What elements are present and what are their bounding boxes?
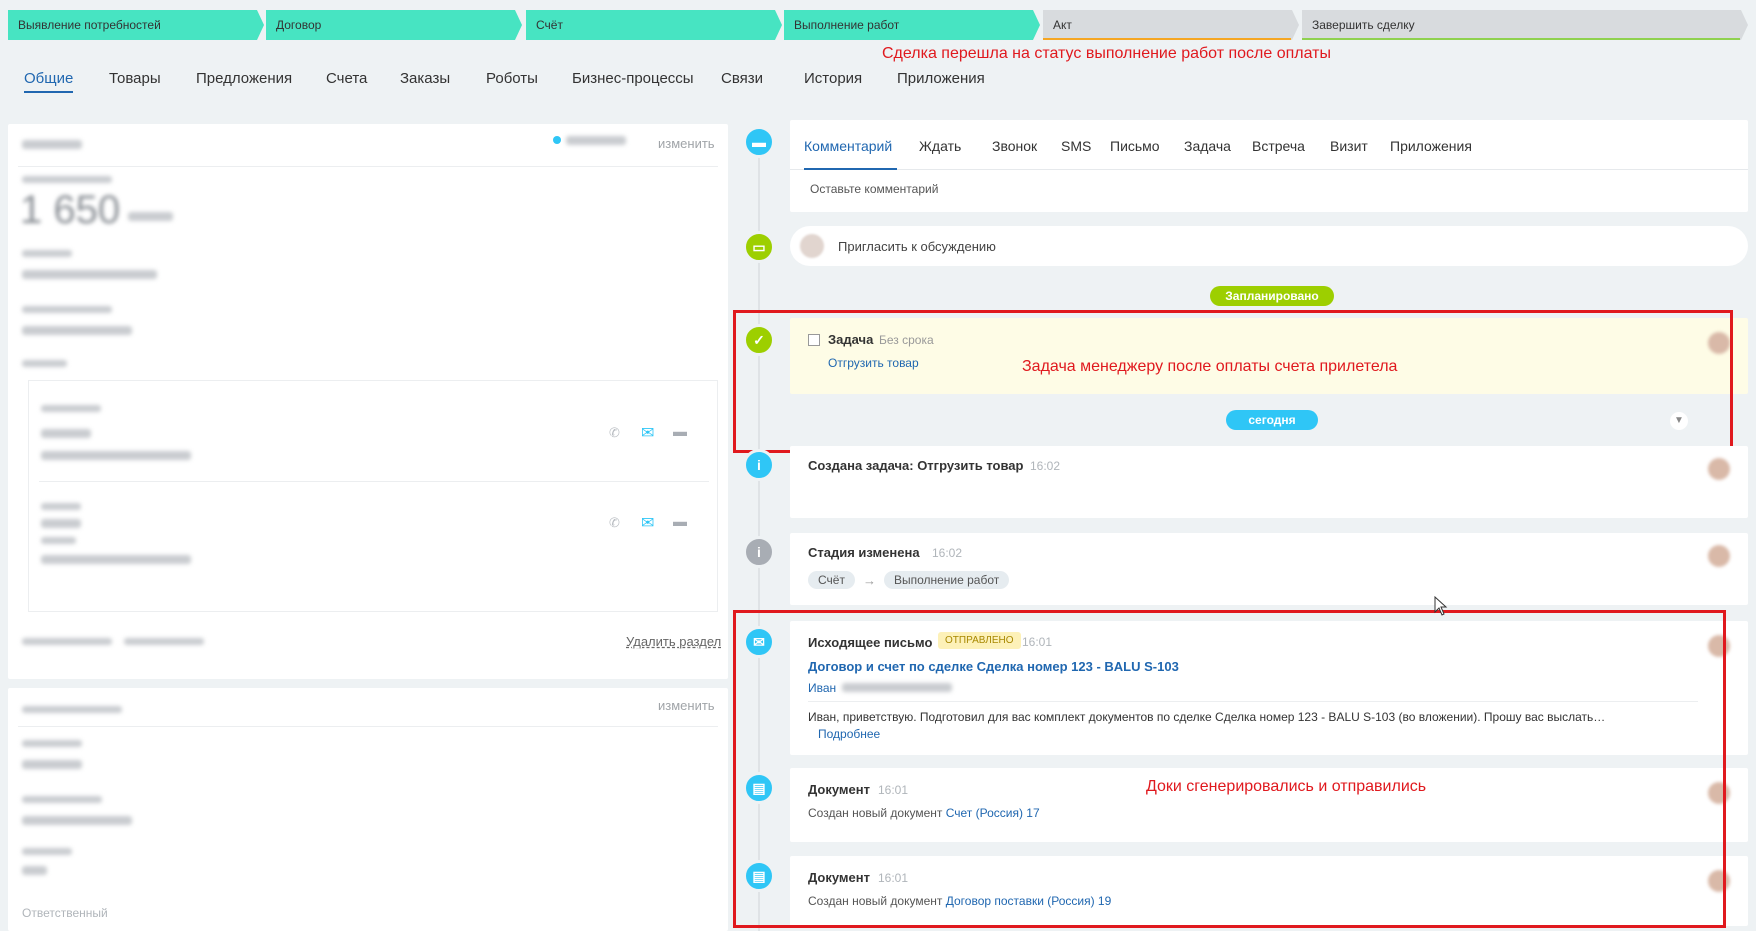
stage-label: Договор (276, 18, 322, 32)
chat-icon[interactable]: ▬ (673, 513, 687, 529)
stage-finish[interactable]: Завершить сделку (1302, 10, 1748, 40)
tab-invoices[interactable]: Счета (326, 70, 367, 87)
stage-label: Выполнение работ (794, 18, 900, 32)
tab-products[interactable]: Товары (109, 70, 161, 87)
info-icon: i (743, 449, 775, 481)
event-title: Создана задача: Отгрузить товар (808, 458, 1024, 473)
stage-label: Завершить сделку (1312, 18, 1415, 32)
invite-bar[interactable]: Пригласить к обсуждению (790, 226, 1748, 266)
stage-label: Счёт (536, 18, 563, 32)
contacts-block: ✆ ✉ ▬ ✆ ✉ ▬ (28, 380, 718, 612)
event-time: 16:02 (932, 546, 963, 560)
stage-progress-bar (1043, 38, 1291, 40)
tab-links[interactable]: Связи (721, 70, 763, 87)
activity-editor: Комментарий Ждать Звонок SMS Письмо Зада… (790, 120, 1748, 212)
stage-act[interactable]: Акт (1043, 10, 1299, 40)
avatar (1708, 458, 1730, 480)
event-time: 16:02 (1030, 459, 1061, 473)
activity-tab-sms[interactable]: SMS (1061, 138, 1091, 154)
tab-orders[interactable]: Заказы (400, 70, 450, 87)
avatar (800, 234, 824, 258)
activity-tab-wait[interactable]: Ждать (919, 138, 961, 154)
event-created-task: Создана задача: Отгрузить товар 16:02 (790, 446, 1748, 518)
stage-invoice[interactable]: Счёт (526, 10, 782, 40)
invite-label: Пригласить к обсуждению (838, 239, 996, 254)
arrow-icon: → (862, 572, 876, 588)
activity-tab-email[interactable]: Письмо (1110, 138, 1160, 154)
comment-icon: ▬ (743, 126, 775, 158)
activity-tab-comment[interactable]: Комментарий (804, 138, 892, 154)
delete-section-link[interactable]: Удалить раздел (626, 634, 721, 649)
mail-icon[interactable]: ✉ (641, 513, 654, 533)
comment-input[interactable]: Оставьте комментарий (810, 182, 938, 196)
activity-tab-apps[interactable]: Приложения (1390, 138, 1472, 154)
tab-robots[interactable]: Роботы (486, 70, 538, 87)
stage-contract[interactable]: Договор (266, 10, 522, 40)
stage-work[interactable]: Выполнение работ (784, 10, 1040, 40)
tab-general[interactable]: Общие (24, 70, 74, 93)
planned-badge: Запланировано (1210, 286, 1334, 306)
activity-tabs: Комментарий Ждать Звонок SMS Письмо Зада… (790, 120, 1748, 170)
stage-label: Акт (1053, 18, 1072, 32)
stage-chip-from: Счёт (808, 571, 855, 589)
phone-icon[interactable]: ✆ (609, 515, 620, 531)
annotation-stage-note: Сделка перешла на статус выполнение рабо… (882, 45, 1332, 62)
phone-icon[interactable]: ✆ (609, 425, 620, 441)
stage-bar: Выявление потребностей Договор Счёт Выпо… (8, 10, 1748, 40)
stage-progress-bar (1302, 38, 1740, 40)
activity-tab-meeting[interactable]: Встреча (1252, 138, 1305, 154)
tab-apps[interactable]: Приложения (897, 70, 985, 87)
tab-offers[interactable]: Предложения (196, 70, 292, 87)
event-title: Стадия изменена (808, 545, 920, 560)
chat-icon[interactable]: ▬ (673, 423, 687, 439)
highlight-box-docs (733, 610, 1726, 928)
activity-tab-visit[interactable]: Визит (1330, 138, 1368, 154)
stage-needs[interactable]: Выявление потребностей (8, 10, 264, 40)
extra-info-card: изменить Ответственный (8, 688, 728, 931)
deal-info-card: изменить 1 650 ✆ ✉ ▬ ✆ ✉ ▬ Удалить разде… (8, 124, 728, 679)
highlight-box-task (733, 310, 1733, 453)
tab-business-processes[interactable]: Бизнес-процессы (572, 70, 694, 87)
event-stage-changed: Стадия изменена 16:02 Счёт → Выполнение … (790, 533, 1748, 605)
deal-amount: 1 650 (20, 188, 121, 232)
edit-link[interactable]: изменить (658, 136, 715, 151)
activity-tab-task[interactable]: Задача (1184, 138, 1231, 154)
info-icon: i (743, 536, 775, 568)
responsible-label: Ответственный (22, 906, 108, 920)
activity-tab-call[interactable]: Звонок (992, 138, 1037, 154)
stage-chip-to: Выполнение работ (883, 571, 1010, 589)
discussion-icon: ▭ (743, 231, 775, 263)
status-dot-icon (553, 136, 561, 144)
avatar (1708, 545, 1730, 567)
edit-link[interactable]: изменить (658, 698, 715, 713)
tab-history[interactable]: История (804, 70, 862, 87)
mail-icon[interactable]: ✉ (641, 423, 654, 443)
mouse-cursor-icon (1434, 596, 1448, 616)
stage-label: Выявление потребностей (18, 18, 161, 32)
